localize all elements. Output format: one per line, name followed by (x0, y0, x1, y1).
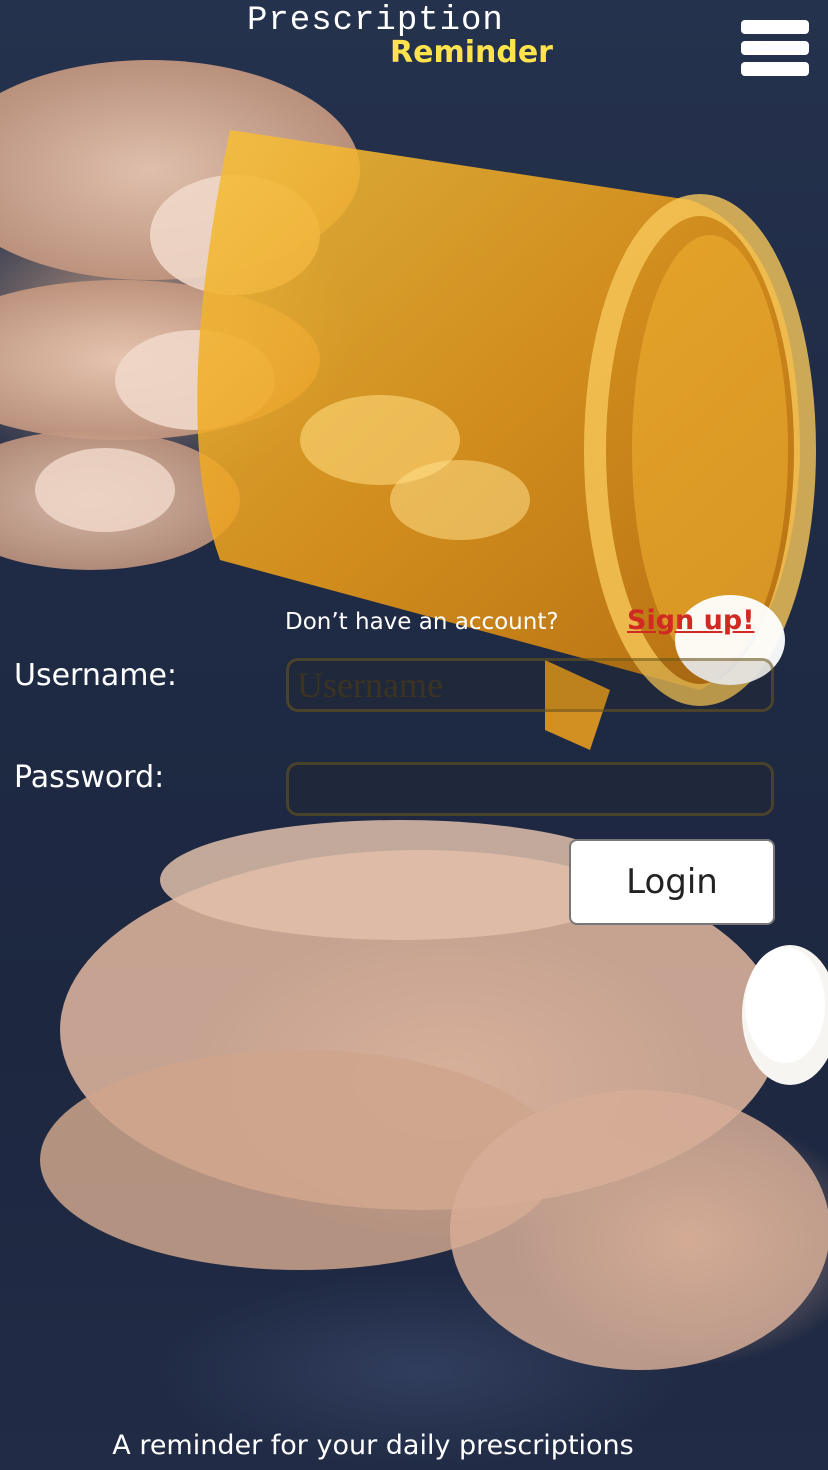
background-photo (0, 60, 828, 1370)
signup-prompt: Don’t have an account? Sign up! (285, 603, 775, 643)
username-input[interactable] (286, 658, 774, 712)
app-title-line2: Reminder (390, 35, 553, 70)
login-page: Prescription Reminder Don’t have an acco… (0, 0, 828, 1470)
signup-link[interactable]: Sign up! (627, 605, 755, 636)
menu-bar (741, 62, 809, 76)
password-input[interactable] (286, 762, 774, 816)
footer-tagline: A reminder for your daily prescriptions (112, 1430, 634, 1461)
signup-question: Don’t have an account? (285, 609, 559, 635)
pill-bottle (197, 130, 816, 750)
hamburger-menu-icon[interactable] (741, 20, 809, 90)
app-header: Prescription Reminder (0, 0, 828, 100)
menu-bar (741, 20, 809, 34)
menu-bar (741, 41, 809, 55)
username-label: Username: (14, 658, 178, 693)
login-button[interactable]: Login (569, 839, 775, 925)
password-label: Password: (14, 760, 165, 795)
